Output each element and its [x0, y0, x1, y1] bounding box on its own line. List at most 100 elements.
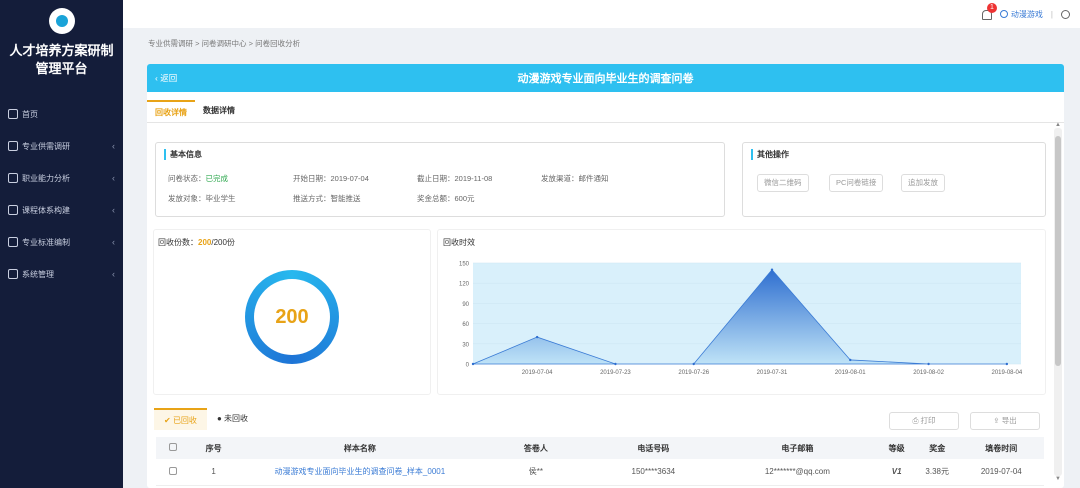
breadcrumb: 专业供需调研 > 问卷调研中心 > 问卷回收分析	[148, 39, 301, 48]
tab-recv-detail[interactable]: 回收详情	[147, 100, 195, 122]
page-title: 动漫游戏专业面向毕业生的调查问卷	[517, 73, 694, 85]
wechat-qr-button[interactable]: 微信二维码	[757, 174, 809, 192]
donut-value: 200	[275, 306, 309, 328]
sidebar-item-label: 职业能力分析	[22, 173, 70, 183]
export-button[interactable]: ⇪ 导出	[970, 412, 1040, 430]
row-checkbox[interactable]	[169, 466, 178, 475]
print-label: 打印	[920, 416, 936, 425]
row-select[interactable]	[156, 459, 191, 486]
tab-data-detail[interactable]: 数据详情	[195, 100, 243, 122]
basic-info-box: 基本信息 问卷状态：已完成 开始日期：2019-07-04 截止日期：2019-…	[155, 142, 725, 217]
standard-icon	[8, 237, 18, 247]
data-point	[849, 358, 852, 362]
add-send-button[interactable]: 追加发放	[901, 174, 945, 192]
survey-icon	[8, 141, 18, 151]
chart-title: 回收时效	[443, 238, 475, 247]
col-phone: 电话号码	[589, 437, 718, 459]
data-point	[471, 362, 475, 366]
cell-email: 12*******@qq.com	[717, 459, 878, 486]
logo-icon	[48, 8, 75, 34]
trend-icon	[8, 173, 18, 183]
data-point	[927, 362, 930, 366]
user-icon	[999, 10, 1008, 18]
select-all-header[interactable]	[156, 437, 191, 459]
brand-title: 人才培养方案研制 管理平台	[0, 42, 123, 78]
y-tick-label: 120	[459, 282, 470, 288]
sidebar-item-label: 专业标准编制	[22, 237, 70, 247]
back-label: 返回	[160, 73, 178, 83]
user-menu[interactable]: 动漫游戏	[999, 9, 1043, 20]
reward-total: 奖金总额：600元	[417, 194, 475, 203]
sidebar-item-home[interactable]: 首页	[0, 98, 123, 130]
push-method: 推送方式：智能推送	[293, 194, 361, 203]
other-ops-box: 其他操作 微信二维码 PC问卷链接 追加发放	[742, 142, 1046, 217]
pc-link-button[interactable]: PC问卷链接	[829, 174, 884, 192]
sidebar-item-system[interactable]: 系统管理 ‹	[0, 258, 123, 290]
x-tick-label: 2019-07-26	[678, 370, 709, 376]
sidebar-item-curriculum[interactable]: 课程体系构建 ‹	[0, 194, 123, 226]
recv-timeline-chart: 0 30 60 90 120 150 2019-07-04 2019-07-23 2019-07…	[459, 262, 1023, 377]
recv-count: 200	[198, 238, 212, 247]
notification-badge: 1	[986, 3, 997, 13]
sidebar-item-label: 课程体系构建	[22, 205, 70, 215]
cell-sample-name[interactable]: 动漫游戏专业面向毕业生的调查问卷_样本_0001	[237, 459, 483, 486]
gear-icon	[8, 269, 18, 279]
sidebar-item-standard[interactable]: 专业标准编制 ‹	[0, 226, 123, 258]
scrollbar[interactable]: ▲ ▼	[1054, 122, 1062, 482]
sidebar-nav: 首页 专业供需调研 ‹ 职业能力分析 ‹ 课程体系构建 ‹ 专业标准编制 ‹ 系统管理 ‹	[0, 98, 123, 290]
data-point	[535, 335, 539, 339]
back-button[interactable]: ‹ 返回	[155, 72, 177, 84]
x-tick-label: 2019-08-01	[835, 370, 866, 376]
bell-icon[interactable]: 1	[980, 3, 997, 20]
sidebar-item-supply-demand[interactable]: 专业供需调研 ‹	[0, 130, 123, 162]
data-point	[1005, 362, 1009, 366]
x-tick-label: 2019-07-23	[600, 370, 631, 376]
x-tick-label: 2019-08-02	[913, 370, 944, 376]
cell-phone: 150****3634	[589, 459, 718, 486]
col-level: 等级	[877, 437, 916, 459]
tab-recovered[interactable]: ✔ 已回收	[154, 408, 207, 430]
sidebar-item-ability[interactable]: 职业能力分析 ‹	[0, 162, 123, 194]
divider: |	[1050, 9, 1053, 19]
basic-info-title: 基本信息	[164, 149, 202, 160]
start-date: 开始日期：2019-07-04	[293, 174, 369, 183]
export-label: 导出	[1001, 416, 1017, 425]
chevron-left-icon: ‹	[112, 237, 115, 247]
power-icon[interactable]	[1061, 9, 1070, 19]
brand-line-2: 管理平台	[35, 61, 88, 76]
cell-level: V1	[877, 459, 916, 486]
table-row[interactable]: 1 动漫游戏专业面向毕业生的调查问卷_样本_0001 侯** 150****36…	[156, 459, 1044, 486]
target: 发放对象：毕业学生	[168, 194, 236, 203]
select-all-checkbox[interactable]	[169, 443, 178, 451]
sidebar-item-label: 专业供需调研	[22, 141, 70, 151]
y-tick-label: 90	[462, 302, 469, 308]
cell-no: 1	[190, 459, 238, 486]
x-tick-label: 2019-07-31	[757, 370, 788, 376]
scroll-thumb[interactable]	[1055, 136, 1061, 366]
status-label: 问卷状态：	[168, 174, 206, 183]
sub-tabs: ✔ 已回收 ● 未回收	[154, 408, 258, 430]
tab-not-recovered-label: 未回收	[224, 414, 248, 423]
tab-not-recovered[interactable]: ● 未回收	[207, 408, 258, 430]
col-no: 序号	[190, 437, 238, 459]
home-icon	[8, 109, 18, 119]
y-tick-label: 150	[459, 262, 470, 268]
x-tick-label: 2019-07-04	[522, 370, 553, 376]
cell-bonus: 3.38元	[915, 459, 959, 486]
samples-table: 序号 样本名称 答卷人 电话号码 电子邮箱 等级 奖金 填卷时间 1 动漫游戏专…	[156, 437, 1044, 486]
print-button[interactable]: ⎙ 打印	[889, 412, 959, 430]
tab-recovered-label: 已回收	[172, 416, 197, 425]
chevron-left-icon: ‹	[112, 141, 115, 151]
structure-icon	[8, 205, 18, 215]
export-icon: ⇪	[993, 416, 1002, 425]
chevron-left-icon: ‹	[112, 173, 115, 183]
channel: 发放渠道：邮件通知	[541, 174, 609, 183]
scroll-down-icon[interactable]: ▼	[1054, 476, 1062, 482]
col-email: 电子邮箱	[717, 437, 878, 459]
col-person: 答卷人	[482, 437, 590, 459]
recv-count-label: 回收份数：200/200份	[158, 237, 235, 248]
scroll-up-icon[interactable]: ▲	[1054, 122, 1062, 128]
col-time: 填卷时间	[958, 437, 1044, 459]
panel-header: ‹ 返回 动漫游戏专业面向毕业生的调查问卷	[147, 64, 1064, 92]
chevron-left-icon: ‹	[112, 205, 115, 215]
